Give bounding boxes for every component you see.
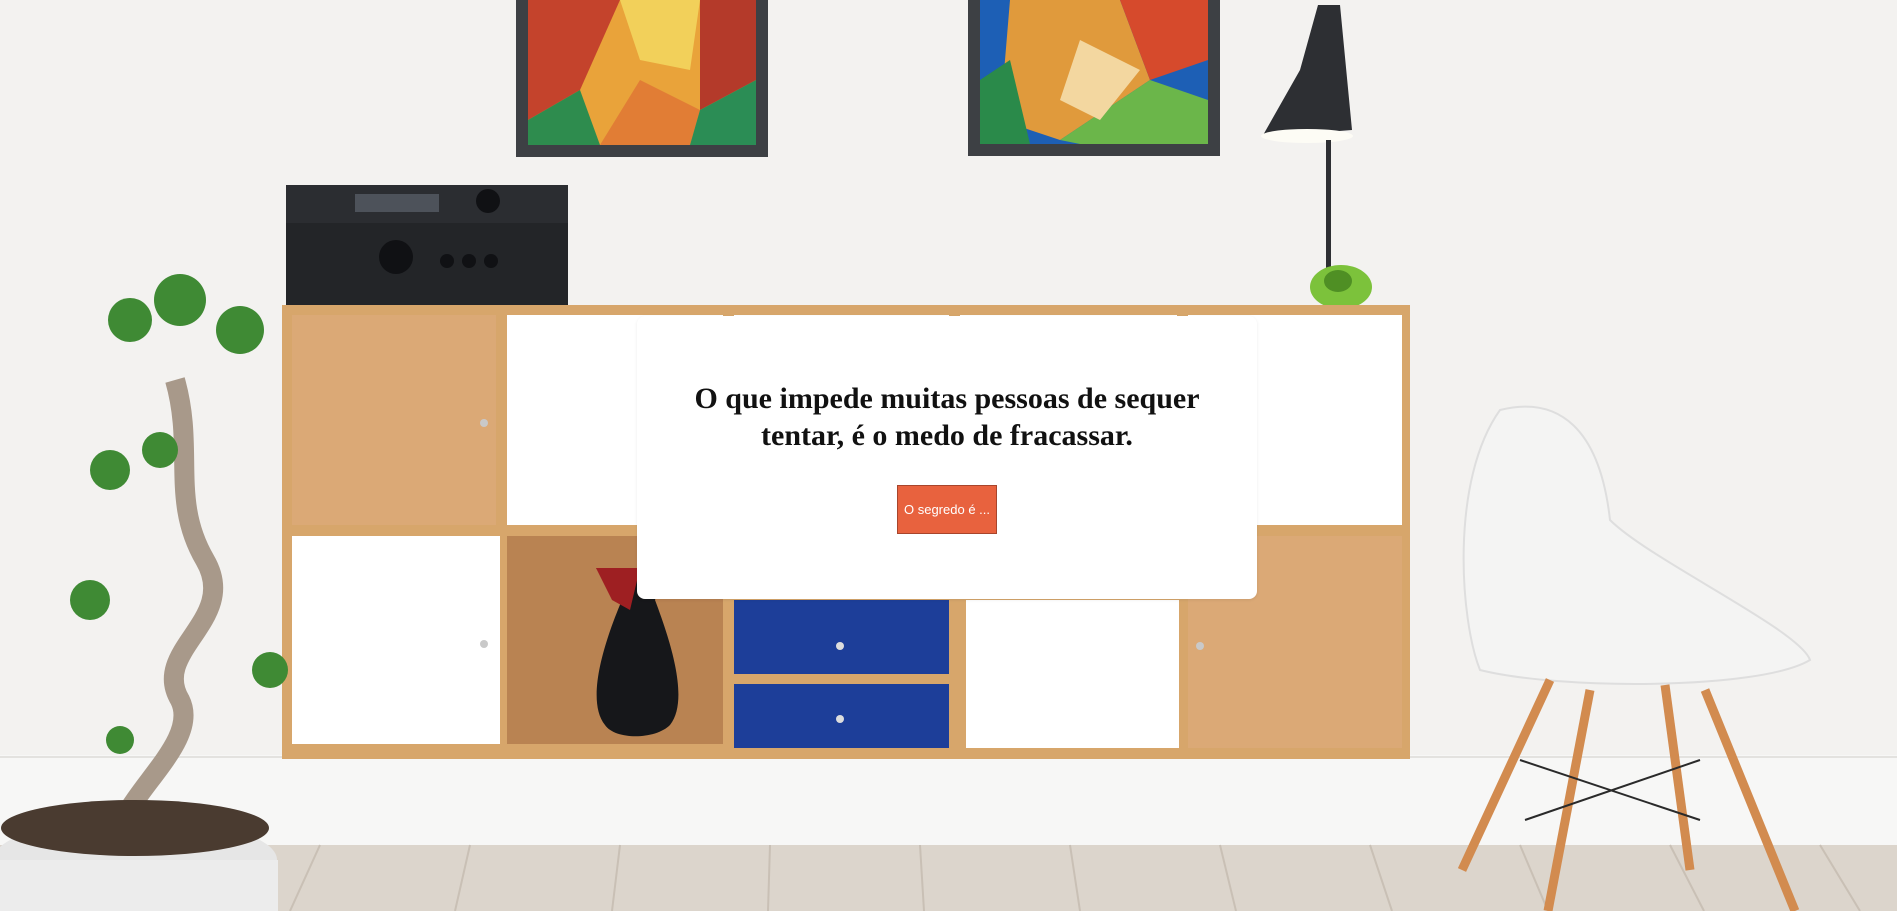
secret-button[interactable]: O segredo é ... xyxy=(897,485,997,534)
stereo xyxy=(286,185,568,305)
quote-text: O que impede muitas pessoas de sequer te… xyxy=(694,382,1200,452)
green-figurine xyxy=(1310,265,1372,309)
painting-right xyxy=(968,0,1220,156)
quote-modal: O que impede muitas pessoas de sequer te… xyxy=(637,316,1257,599)
painting-left xyxy=(516,0,768,157)
